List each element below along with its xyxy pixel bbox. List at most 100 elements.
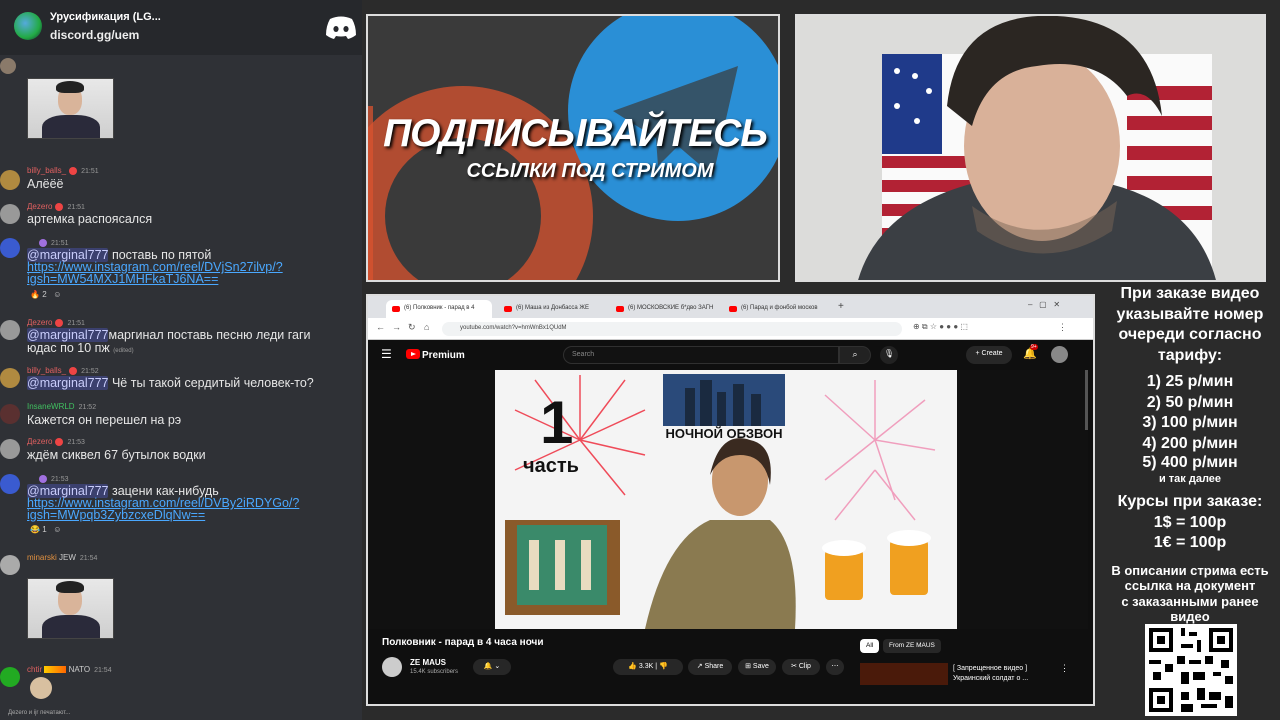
username[interactable]: minarski JEW 21:54 xyxy=(27,553,97,562)
address-bar[interactable]: youtube.com/watch?v=hmWnBx1QUdM xyxy=(442,322,902,336)
avatar[interactable] xyxy=(0,204,20,224)
account-avatar[interactable] xyxy=(1051,346,1068,363)
bell-icon[interactable]: 🔔 9+ xyxy=(1023,344,1038,360)
tariff-line: 2) 50 р/мин xyxy=(1146,393,1234,411)
avatar[interactable] xyxy=(0,474,20,494)
window-controls-icon[interactable]: – ▢ ✕ xyxy=(1028,300,1060,309)
video-part-word: часть xyxy=(523,455,579,477)
mention[interactable]: @marginal777 xyxy=(27,328,109,342)
save-button[interactable]: ⊞ Save xyxy=(738,659,776,675)
notification-count: 9+ xyxy=(1030,344,1038,350)
back-icon[interactable]: ← xyxy=(376,322,385,332)
forward-icon[interactable]: → xyxy=(392,322,401,332)
related-video-title[interactable]: [ Запрещенное видео ] Украинский солдат о… xyxy=(953,664,1028,684)
order-info-panel: При заказе видео указывайте номер очеред… xyxy=(1100,284,1280,720)
tariff-line: 4) 200 р/мин xyxy=(1142,434,1238,452)
share-button[interactable]: ↗ Share xyxy=(688,659,732,675)
subscribe-banner: ПОДПИСЫВАЙТЕСЬ ССЫЛКИ ПОД СТРИМОМ xyxy=(366,14,780,282)
info-line: и так далее xyxy=(1158,473,1222,485)
chip-all[interactable]: All xyxy=(860,639,880,653)
video-part-number: 1 xyxy=(540,389,574,456)
address-row: ← → ↻ ⌂ youtube.com/watch?v=hmWnBx1QUdM … xyxy=(368,318,1093,340)
tariff-line: 1) 25 р/мин xyxy=(1146,373,1234,390)
avatar[interactable] xyxy=(0,238,20,258)
reaction[interactable]: 😂 1 ☺ xyxy=(30,525,61,534)
avatar[interactable] xyxy=(0,170,20,190)
mic-icon[interactable]: 🎙 xyxy=(880,346,898,364)
avatar[interactable] xyxy=(0,439,20,459)
username[interactable]: billy_balls_ 21:51 xyxy=(27,166,99,175)
banner-title: ПОДПИСЫВАЙТЕСЬ xyxy=(383,112,768,155)
username[interactable]: Дezero 21:53 xyxy=(27,437,85,446)
avatar[interactable] xyxy=(0,58,16,74)
webcam-feed xyxy=(795,14,1266,282)
search-input[interactable]: Search xyxy=(563,346,839,364)
create-button[interactable]: + Create xyxy=(966,346,1012,364)
message-link[interactable]: igsh=MWpqb3ZybzcxeDlqNw== xyxy=(27,508,205,522)
avatar[interactable] xyxy=(0,555,20,575)
info-line: ссылка на документ xyxy=(1124,578,1256,593)
info-line: очереди согласно xyxy=(1118,326,1262,343)
reaction[interactable]: 🔥 2 ☺ xyxy=(30,290,61,299)
scrollbar[interactable] xyxy=(1085,370,1088,430)
message-text: @marginal777маргинал поставь песню леди … xyxy=(27,328,311,342)
browser-tab[interactable]: (6) МОСКОВСКИЕ б*дво ЗАГН xyxy=(610,300,718,318)
discord-server-header: Урусификация (LG... discord.gg/uem xyxy=(0,0,362,55)
username[interactable]: Дezero 21:51 xyxy=(27,202,85,211)
new-tab-icon[interactable]: + xyxy=(838,301,844,312)
chip-from-channel[interactable]: From ZE MAUS xyxy=(883,639,941,653)
clip-button[interactable]: ✂ Clip xyxy=(782,659,820,675)
qr-code-icon xyxy=(1145,624,1237,716)
webcam-snapshot[interactable] xyxy=(27,578,114,639)
home-icon[interactable]: ⌂ xyxy=(424,322,429,332)
video-title: Полковник - парад в 4 часа ночи xyxy=(382,637,544,648)
browser-tab[interactable]: (6) Полковник - парад в 4 xyxy=(386,300,492,318)
video-player[interactable]: НОЧНОЙ ОБЗВОН 1 часть xyxy=(368,370,1088,629)
username[interactable]: InsaneWRLD 21:52 xyxy=(27,402,96,411)
related-video-thumbnail[interactable] xyxy=(860,663,948,685)
youtube-page: ☰ Premium Search ⌕ 🎙 + Create 🔔 9+ НОЧНО… xyxy=(368,340,1093,704)
sticker[interactable] xyxy=(30,677,52,699)
channel-avatar[interactable] xyxy=(382,657,402,677)
avatar[interactable] xyxy=(0,404,20,424)
username[interactable]: billy_balls_ 21:52 xyxy=(27,366,99,375)
reload-icon[interactable]: ↻ xyxy=(408,322,416,333)
tariff-line: 3) 100 р/мин xyxy=(1142,414,1238,431)
rate-line: 1$ = 100р xyxy=(1153,513,1227,531)
like-button[interactable]: 👍 3.3K | 👎 xyxy=(613,659,683,675)
server-icon xyxy=(14,12,42,40)
webcam-snapshot[interactable] xyxy=(27,78,114,139)
browser-menu-icon[interactable]: ⋮ xyxy=(1058,322,1067,333)
channel-name[interactable]: ZE MAUS xyxy=(410,658,446,667)
discord-icon xyxy=(326,16,356,39)
username[interactable]: 21:51 xyxy=(27,238,69,247)
tab-bar: (6) Полковник - парад в 4 (6) Маша из До… xyxy=(368,296,1093,318)
mention[interactable]: @marginal777 xyxy=(27,376,109,390)
video-details: Полковник - парад в 4 часа ночи ZE MAUS … xyxy=(368,629,1093,704)
message-link[interactable]: igsh=MW54MXJ1MHFkaTJ6NA== xyxy=(27,272,218,286)
stream-layout: Урусификация (LG... discord.gg/uem billy… xyxy=(0,0,1280,720)
browser-window: (6) Полковник - парад в 4 (6) Маша из До… xyxy=(366,294,1095,706)
related-video-menu-icon[interactable]: ⋮ xyxy=(1060,663,1069,674)
extensions-icon[interactable]: ⊕ ⧉ ☆ ● ● ● ⬚ xyxy=(913,322,968,332)
info-line: с заказанными ранее xyxy=(1121,593,1259,609)
browser-tab[interactable]: (6) Маша из Донбасса ЖЕ xyxy=(498,300,606,318)
video-caption-top: НОЧНОЙ ОБЗВОН xyxy=(665,426,783,441)
username[interactable]: Дezero 21:51 xyxy=(27,318,85,327)
avatar[interactable] xyxy=(0,368,20,388)
avatar[interactable] xyxy=(0,320,20,340)
rates-title: Курсы при заказе: xyxy=(1117,493,1263,510)
message-text: артемка распоясался xyxy=(27,212,153,226)
more-actions-icon[interactable]: ⋯ xyxy=(826,659,844,675)
browser-tab[interactable]: (6) Парад и фонбой москов xyxy=(723,300,833,318)
username[interactable]: 21:53 xyxy=(27,474,69,483)
youtube-logo[interactable]: Premium xyxy=(406,349,465,361)
menu-icon[interactable]: ☰ xyxy=(381,347,392,361)
avatar[interactable] xyxy=(0,667,20,687)
search-icon[interactable]: ⌕ xyxy=(839,346,871,364)
info-line: В описании стрима есть xyxy=(1111,562,1269,578)
username[interactable]: chtir NATO 21:54 xyxy=(27,665,112,674)
server-invite[interactable]: discord.gg/uem xyxy=(50,28,139,42)
subscribe-bell-button[interactable]: 🔔 ⌄ xyxy=(473,659,511,675)
video-frame: НОЧНОЙ ОБЗВОН 1 часть xyxy=(495,370,957,629)
